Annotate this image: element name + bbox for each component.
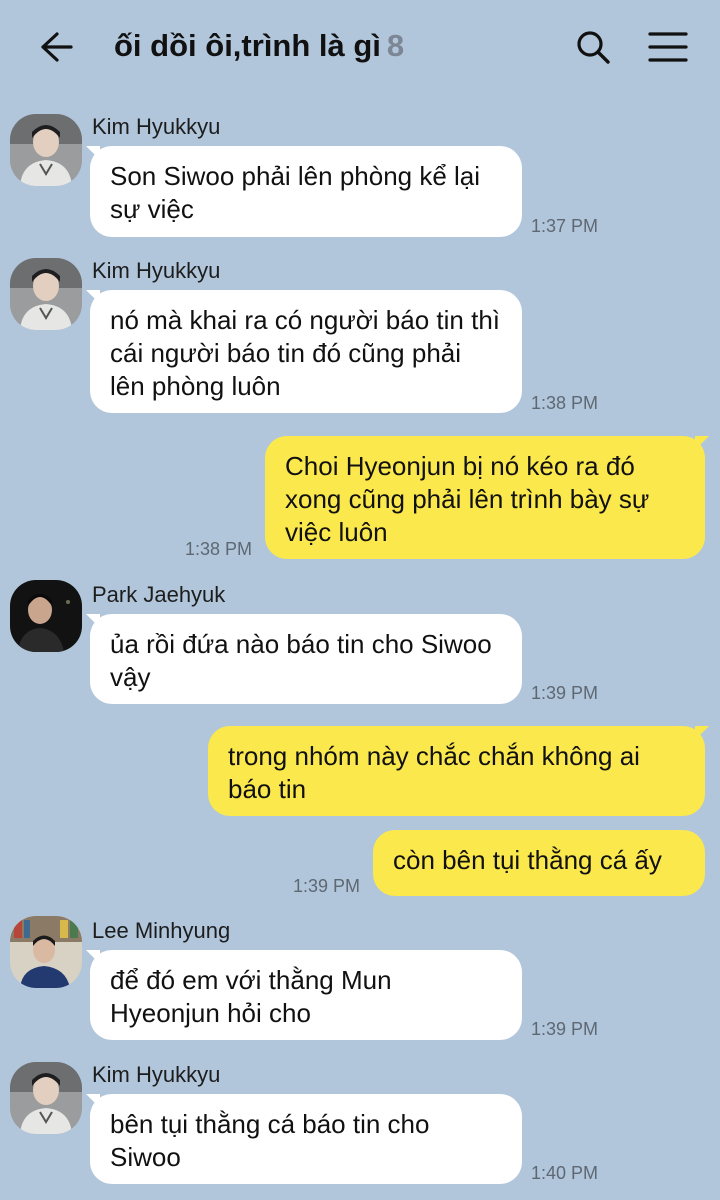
- sender-name: Lee Minhyung: [92, 918, 231, 943]
- sender-name: Kim Hyukkyu: [92, 258, 221, 283]
- message-bubble[interactable]: ủa rồi đứa nào báo tin cho Siwoo vậy: [90, 614, 522, 704]
- member-count: 8: [386, 28, 405, 63]
- search-button[interactable]: [570, 22, 616, 72]
- chat-title-group: ối dồi ôi,trình là gì 8: [114, 28, 404, 68]
- bubble-tail: [695, 726, 709, 740]
- message-time: 1:37 PM: [531, 216, 599, 236]
- message-bubble[interactable]: còn bên tụi thằng cá ấy: [373, 830, 705, 896]
- message-bubble[interactable]: nó mà khai ra có người báo tin thì cái n…: [90, 290, 522, 413]
- hamburger-menu-icon: [648, 32, 688, 62]
- message-bubble[interactable]: trong nhóm này chắc chắn không ai báo ti…: [208, 726, 705, 816]
- avatar[interactable]: [10, 1062, 82, 1134]
- message-time: 1:39 PM: [293, 876, 361, 896]
- search-icon: [577, 31, 610, 64]
- arrow-left-icon: [41, 32, 73, 62]
- avatar[interactable]: [10, 258, 82, 330]
- message-time: 1:40 PM: [531, 1163, 599, 1183]
- sender-name: Kim Hyukkyu: [92, 1062, 221, 1087]
- chat-header: ối dồi ôi,trình là gì 8: [0, 0, 720, 92]
- message-time: 1:38 PM: [531, 393, 599, 413]
- sender-name: Kim Hyukkyu: [92, 114, 221, 139]
- avatar[interactable]: [10, 580, 82, 652]
- message-bubble[interactable]: Son Siwoo phải lên phòng kể lại sự việc: [90, 146, 522, 237]
- avatar[interactable]: [10, 916, 82, 988]
- sender-name: Park Jaehyuk: [92, 582, 226, 607]
- message-time: 1:39 PM: [531, 1019, 599, 1039]
- message-bubble[interactable]: để đó em với thằng Mun Hyeonjun hỏi cho: [90, 950, 522, 1040]
- message-bubble[interactable]: Choi Hyeonjun bị nó kéo ra đó xong cũng …: [265, 436, 705, 559]
- message-time: 1:38 PM: [185, 539, 253, 559]
- chat-title: ối dồi ôi,trình là gì: [114, 28, 381, 63]
- avatar[interactable]: [10, 114, 82, 186]
- message-bubble[interactable]: bên tụi thằng cá báo tin cho Siwoo: [90, 1094, 522, 1184]
- menu-button[interactable]: [644, 22, 692, 72]
- back-button[interactable]: [30, 22, 80, 72]
- message-time: 1:39 PM: [531, 683, 599, 703]
- bubble-tail: [695, 436, 709, 450]
